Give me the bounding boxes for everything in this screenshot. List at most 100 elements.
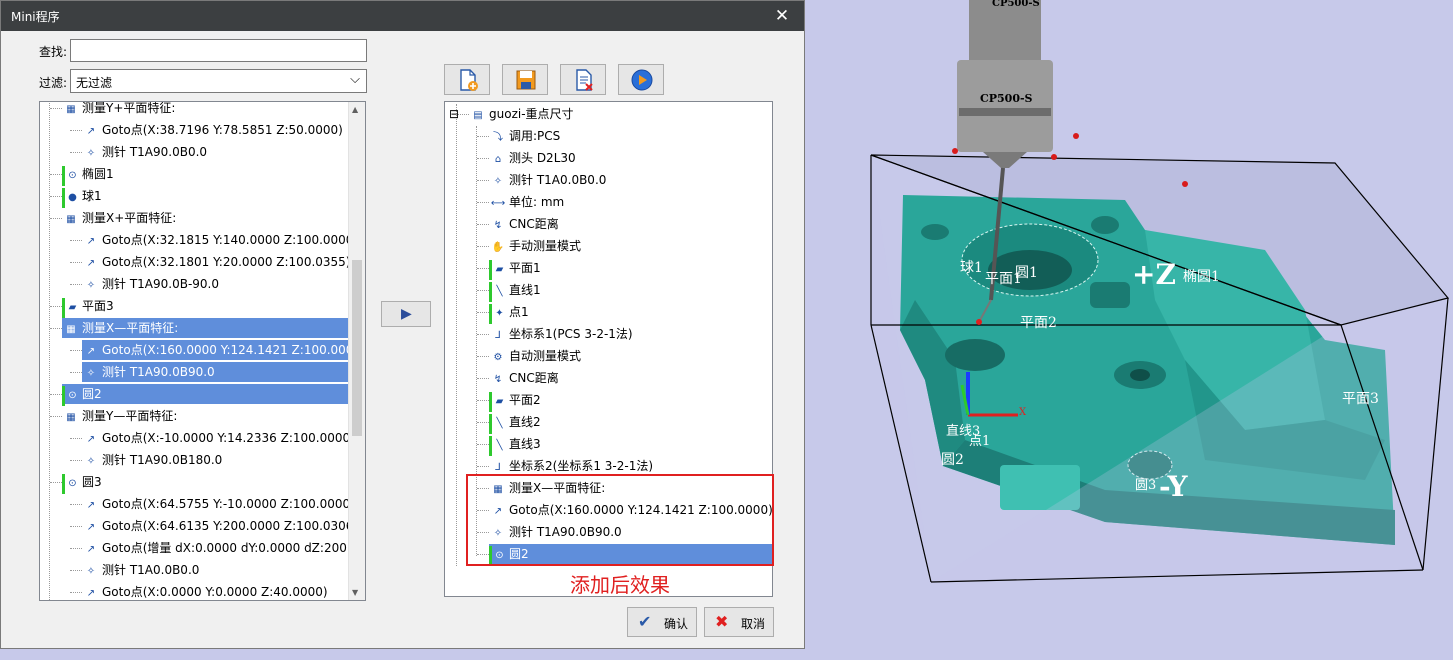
- goto-icon: ↗: [86, 544, 96, 555]
- ok-button[interactable]: ✔ 确认: [627, 607, 697, 637]
- tree-connector: [70, 548, 82, 549]
- added-items-highlight: [466, 474, 774, 566]
- tree-item-label: 测量Y+平面特征:: [82, 101, 176, 115]
- program-tree-item[interactable]: ⟷ 单位: mm: [489, 192, 564, 212]
- program-tree-item[interactable]: ✋ 手动测量模式: [489, 236, 581, 256]
- close-button[interactable]: ✕: [760, 1, 804, 31]
- left-tree-item[interactable]: ↗ Goto点(X:64.6135 Y:200.0000 Z:100.0306): [82, 516, 358, 536]
- save-program-button[interactable]: [502, 64, 548, 95]
- left-tree-item[interactable]: ✧ 测针 T1A90.0B90.0: [82, 362, 365, 382]
- tree-connector: [477, 158, 489, 159]
- left-tree-item[interactable]: ✧ 测针 T1A0.0B0.0: [82, 560, 200, 580]
- program-tree-item[interactable]: ⅃ 坐标系2(坐标系1 3-2-1法): [489, 456, 653, 476]
- program-tree-item[interactable]: ▰ 平面1: [489, 258, 541, 280]
- left-tree-item[interactable]: ⊙ 圆3: [62, 472, 102, 494]
- program-tree-item[interactable]: ▤ guozi-重点尺寸: [469, 104, 573, 124]
- tree-item-label: 测头 D2L30: [509, 151, 576, 165]
- left-tree-item[interactable]: ↗ Goto点(X:-10.0000 Y:14.2336 Z:100.0000): [82, 428, 355, 448]
- arrow-right-icon: ▶: [401, 306, 412, 322]
- program-icon: ▤: [473, 110, 483, 121]
- label-circle-2: 圆2: [941, 452, 964, 468]
- left-tree-item[interactable]: ▦ 测量X+平面特征:: [62, 208, 176, 228]
- new-program-button[interactable]: [444, 64, 490, 95]
- tree-connector: [477, 246, 489, 247]
- left-tree-item[interactable]: ▦ 测量Y—平面特征:: [62, 406, 177, 426]
- program-tree-item[interactable]: ⅃ 坐标系1(PCS 3-2-1法): [489, 324, 632, 344]
- program-tree-item[interactable]: ╲ 直线3: [489, 434, 541, 456]
- left-tree-item[interactable]: ⊙ 椭圆1: [62, 164, 114, 186]
- tree-item-label: 测针 T1A90.0B0.0: [102, 145, 208, 159]
- scroll-up-icon[interactable]: ▲: [352, 105, 358, 114]
- tree-item-label: Goto点(X:38.7196 Y:78.5851 Z:50.0000): [102, 123, 343, 137]
- tree-connector: [477, 180, 489, 181]
- add-to-program-button[interactable]: ▶: [381, 301, 431, 327]
- scrollbar-thumb[interactable]: [352, 260, 362, 436]
- program-tree-item[interactable]: ▰ 平面2: [489, 390, 541, 412]
- program-tree-item[interactable]: ⚙ 自动测量模式: [489, 346, 582, 366]
- tree-connector: [50, 174, 62, 175]
- tree-item-label: 圆3: [82, 475, 102, 489]
- left-tree-item[interactable]: ↗ Goto点(增量 dX:0.0000 dY:0.0000 dZ:200.00.…: [82, 538, 366, 558]
- left-tree-scrollbar[interactable]: ▲ ▼: [348, 102, 365, 600]
- tree-item-label: 球1: [82, 189, 102, 203]
- left-tree-item[interactable]: ▰ 平面3: [62, 296, 114, 318]
- tree-connector: [70, 526, 82, 527]
- run-program-button[interactable]: [618, 64, 664, 95]
- left-tree-item[interactable]: ↗ Goto点(X:32.1815 Y:140.0000 Z:100.0000): [82, 230, 358, 250]
- goto-icon: ↗: [86, 522, 96, 533]
- tree-item-label: 测针 T1A90.0B90.0: [102, 365, 215, 379]
- tree-connector: [50, 218, 62, 219]
- goto-icon: ↗: [86, 500, 96, 511]
- left-tree-item[interactable]: ↗ Goto点(X:38.7196 Y:78.5851 Z:50.0000): [82, 120, 343, 140]
- left-tree-item[interactable]: ↗ Goto点(X:32.1801 Y:20.0000 Z:100.0355): [82, 252, 351, 272]
- 3d-viewport[interactable]: CP500-S CP500-S 球1 平面1 圆1 +Z 椭圆1 平面2 平面3…: [805, 0, 1453, 657]
- line-icon: ╲: [489, 414, 507, 434]
- scroll-down-icon[interactable]: ▼: [352, 588, 358, 597]
- left-tree-item[interactable]: ↗ Goto点(X:64.5755 Y:-10.0000 Z:100.0000): [82, 494, 355, 514]
- left-tree-item[interactable]: ⊙ 圆2: [62, 384, 365, 406]
- save-icon: [516, 70, 536, 90]
- left-tree-item[interactable]: ● 球1: [62, 186, 102, 208]
- left-tree-item[interactable]: ✧ 测针 T1A90.0B-90.0: [82, 274, 219, 294]
- label-plane-2: 平面2: [1020, 315, 1057, 331]
- left-tree-item[interactable]: ↗ Goto点(X:160.0000 Y:124.1421 Z:100.0000): [82, 340, 365, 360]
- tree-connector: [50, 328, 62, 329]
- cancel-button[interactable]: ✖ 取消: [704, 607, 774, 637]
- program-tree-item[interactable]: ╲ 直线2: [489, 412, 541, 434]
- tree-item-label: 单位: mm: [509, 195, 565, 209]
- stylus-icon: ✧: [86, 368, 96, 379]
- tree-item-label: Goto点(增量 dX:0.0000 dY:0.0000 dZ:200.00..…: [102, 541, 366, 555]
- program-tree-item[interactable]: ⤵ 调用:PCS: [489, 126, 560, 146]
- measure-icon: ▦: [66, 412, 76, 423]
- program-tree-item[interactable]: ✦ 点1: [489, 302, 529, 324]
- mini-program-dialog: Mini程序 ✕ 查找: 过滤: 无过滤 ⌵ ▦ 测量Y+平面特征: ↗ Goto点(…: [0, 0, 805, 649]
- tree-collapse-icon[interactable]: ⊟: [449, 104, 459, 124]
- plane-icon: ▰: [489, 260, 507, 280]
- title-bar: Mini程序 ✕: [1, 1, 804, 31]
- tree-connector: [477, 422, 489, 423]
- tree-connector: [477, 400, 489, 401]
- program-tree-item[interactable]: ↯ CNC距离: [489, 214, 559, 234]
- program-tree-item[interactable]: ⌂ 测头 D2L30: [489, 148, 576, 168]
- filter-label: 过滤:: [39, 76, 68, 90]
- annotation-text: 添加后效果: [570, 573, 670, 597]
- tree-connector: [70, 570, 82, 571]
- axis-z-label: +Z: [1132, 258, 1176, 291]
- left-tree-item[interactable]: ▦ 测量X—平面特征:: [62, 318, 365, 338]
- left-tree-item[interactable]: ✧ 测针 T1A90.0B0.0: [82, 142, 207, 162]
- left-tree-item[interactable]: ✧ 测针 T1A90.0B180.0: [82, 450, 223, 470]
- tree-connector: [477, 334, 489, 335]
- left-tree-item[interactable]: ↗ Goto点(X:0.0000 Y:0.0000 Z:40.0000): [82, 582, 328, 600]
- find-input[interactable]: [70, 39, 367, 62]
- feature-source-tree[interactable]: ▦ 测量Y+平面特征: ↗ Goto点(X:38.7196 Y:78.5851 Z:5…: [39, 101, 366, 601]
- delete-program-button[interactable]: [560, 64, 606, 95]
- left-tree-item[interactable]: ▦ 测量Y+平面特征:: [62, 101, 176, 118]
- find-label: 查找:: [39, 45, 68, 59]
- goto-icon: ↗: [86, 434, 96, 445]
- program-tree-item[interactable]: ↯ CNC距离: [489, 368, 559, 388]
- x-icon: ✖: [715, 612, 729, 631]
- tree-connector: [50, 394, 62, 395]
- program-tree-item[interactable]: ╲ 直线1: [489, 280, 541, 302]
- filter-select[interactable]: 无过滤 ⌵: [70, 69, 367, 93]
- program-tree-item[interactable]: ✧ 测针 T1A0.0B0.0: [489, 170, 607, 190]
